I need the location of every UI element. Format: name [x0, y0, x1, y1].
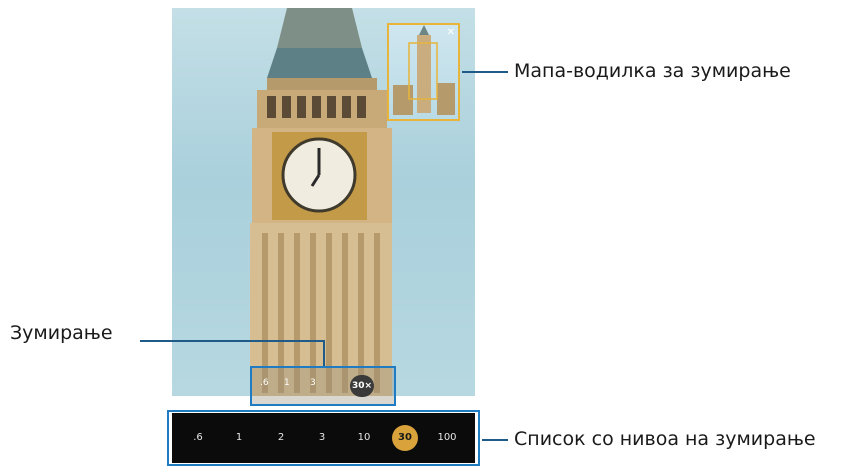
- zoom-level-button-active[interactable]: 30: [390, 413, 420, 463]
- zoom-option[interactable]: .6: [260, 378, 269, 388]
- zoom-option[interactable]: 3: [310, 378, 316, 388]
- zoom-level-button[interactable]: 2: [266, 413, 296, 463]
- current-zoom-button[interactable]: 30×: [350, 375, 374, 397]
- zoom-level-button[interactable]: 3: [307, 413, 337, 463]
- callout-line-zoom-level-list: [482, 439, 508, 441]
- callout-line-zoom-guide-map: [462, 71, 508, 73]
- callout-zoom-level-list: Список со нивоа на зумирање: [514, 428, 816, 450]
- zoom-level-button[interactable]: 100: [432, 413, 462, 463]
- zoom-level-button[interactable]: 1: [224, 413, 254, 463]
- minimap-thumbnail: [393, 25, 455, 115]
- callout-zoom: Зумирање: [10, 322, 113, 344]
- zoom-level-button[interactable]: 10: [349, 413, 379, 463]
- zoom-option[interactable]: 1: [284, 378, 290, 388]
- minimap-close-icon[interactable]: ✕: [447, 27, 455, 38]
- callout-line-zoom-vertical: [323, 340, 325, 366]
- callout-zoom-guide-map: Мапа-водилка за зумирање: [514, 60, 791, 82]
- zoom-control[interactable]: .6 1 3 30×: [250, 366, 396, 406]
- zoom-guide-map[interactable]: ✕: [387, 23, 460, 121]
- zoom-level-button[interactable]: .6: [183, 413, 213, 463]
- zoom-level-list: .6 1 2 3 10 30 100: [172, 413, 475, 463]
- callout-line-zoom: [140, 340, 324, 342]
